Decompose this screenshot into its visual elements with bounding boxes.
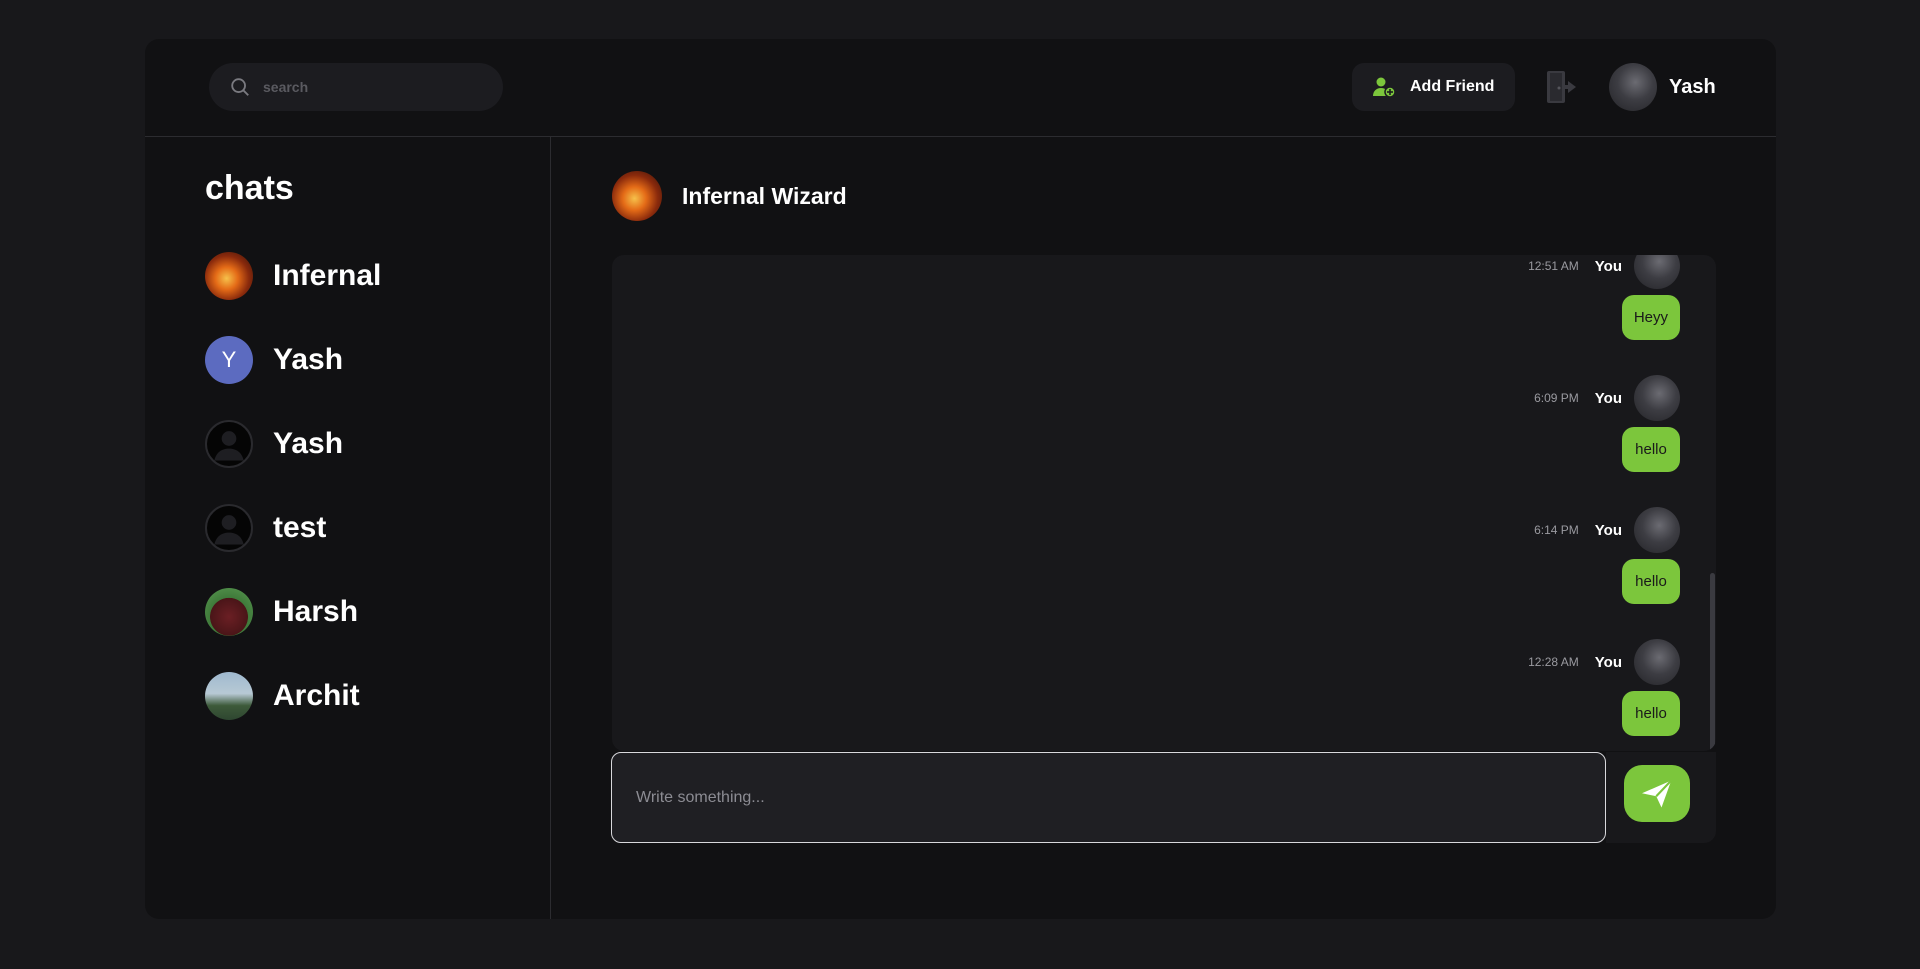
send-icon bbox=[1642, 779, 1673, 807]
chat-item-harsh[interactable]: Harsh bbox=[205, 587, 381, 637]
message-time: 12:51 AM bbox=[1528, 259, 1579, 273]
conversation-title: Infernal Wizard bbox=[682, 182, 847, 209]
message-time: 6:14 PM bbox=[1534, 523, 1579, 537]
message-composer[interactable] bbox=[611, 752, 1606, 843]
add-friend-label: Add Friend bbox=[1410, 78, 1495, 95]
chat-item-name: Yash bbox=[273, 427, 344, 460]
chats-sidebar: chats Infernal Y Yash Yash test Harsh Ar… bbox=[145, 137, 551, 919]
search-icon bbox=[231, 78, 249, 96]
chat-item-yash[interactable]: Y Yash bbox=[205, 335, 381, 385]
sidebar-title: chats bbox=[205, 169, 294, 207]
fire-avatar bbox=[205, 252, 253, 300]
current-user-name: Yash bbox=[1669, 75, 1716, 98]
default-person-avatar bbox=[205, 504, 253, 552]
letter-avatar: Y bbox=[205, 336, 253, 384]
user-avatar bbox=[1609, 63, 1657, 111]
message-list[interactable]: 12:51 AM You Heyy 6:09 PM You hello 6:14… bbox=[612, 255, 1716, 751]
message-bubble: hello bbox=[1622, 427, 1680, 472]
message-meta: 12:51 AM You bbox=[1280, 255, 1680, 291]
message-item: 12:28 AM You hello bbox=[1280, 637, 1680, 736]
chat-item-name: test bbox=[273, 511, 327, 544]
message-item: 12:51 AM You Heyy bbox=[1280, 255, 1680, 340]
message-time: 12:28 AM bbox=[1528, 655, 1579, 669]
current-user-menu[interactable]: Yash bbox=[1609, 62, 1716, 112]
send-button[interactable] bbox=[1624, 765, 1690, 822]
message-bubble: hello bbox=[1622, 559, 1680, 604]
sender-avatar bbox=[1634, 639, 1680, 685]
message-meta: 12:28 AM You bbox=[1280, 637, 1680, 687]
sender-avatar bbox=[1634, 255, 1680, 289]
sender-avatar bbox=[1634, 507, 1680, 553]
message-bubble: Heyy bbox=[1621, 295, 1680, 340]
chat-item-infernal[interactable]: Infernal bbox=[205, 251, 381, 301]
contact-avatar bbox=[612, 171, 662, 221]
message-time: 6:09 PM bbox=[1534, 391, 1579, 405]
chat-item-name: Archit bbox=[273, 679, 360, 712]
chat-item-yash-2[interactable]: Yash bbox=[205, 419, 381, 469]
message-meta: 6:09 PM You bbox=[1280, 373, 1680, 423]
add-friend-button[interactable]: Add Friend bbox=[1352, 63, 1515, 111]
default-person-avatar bbox=[205, 420, 253, 468]
message-sender: You bbox=[1594, 521, 1622, 539]
chat-item-archit[interactable]: Archit bbox=[205, 671, 381, 721]
message-meta: 6:14 PM You bbox=[1280, 505, 1680, 555]
chat-item-name: Harsh bbox=[273, 595, 359, 628]
logout-button[interactable] bbox=[1544, 67, 1582, 107]
message-item: 6:09 PM You hello bbox=[1280, 373, 1680, 472]
conversation-header: Infernal Wizard bbox=[612, 171, 847, 221]
logout-icon bbox=[1547, 71, 1576, 103]
chat-item-name: Yash bbox=[273, 343, 344, 376]
chat-app-window: Add Friend Yash chats Infernal Y bbox=[145, 39, 1776, 919]
add-user-icon bbox=[1373, 77, 1396, 98]
chat-item-name: Infernal bbox=[273, 259, 382, 292]
bear-avatar bbox=[205, 588, 253, 636]
chat-list: Infernal Y Yash Yash test Harsh Archit bbox=[205, 251, 381, 755]
message-sender: You bbox=[1594, 389, 1622, 407]
person-icon bbox=[214, 515, 244, 545]
message-input[interactable] bbox=[636, 788, 1576, 807]
message-sender: You bbox=[1594, 653, 1622, 671]
photo-avatar bbox=[205, 672, 253, 720]
message-bubble: hello bbox=[1622, 691, 1680, 736]
search-input[interactable] bbox=[263, 79, 483, 95]
message-sender: You bbox=[1594, 257, 1622, 275]
message-scrollbar[interactable] bbox=[1710, 573, 1715, 751]
search-box[interactable] bbox=[209, 63, 503, 111]
person-icon bbox=[214, 431, 244, 461]
sender-avatar bbox=[1634, 375, 1680, 421]
top-header: Add Friend Yash bbox=[145, 39, 1776, 137]
message-item: 6:14 PM You hello bbox=[1280, 505, 1680, 604]
send-area bbox=[1606, 752, 1716, 843]
chat-item-test[interactable]: test bbox=[205, 503, 381, 553]
